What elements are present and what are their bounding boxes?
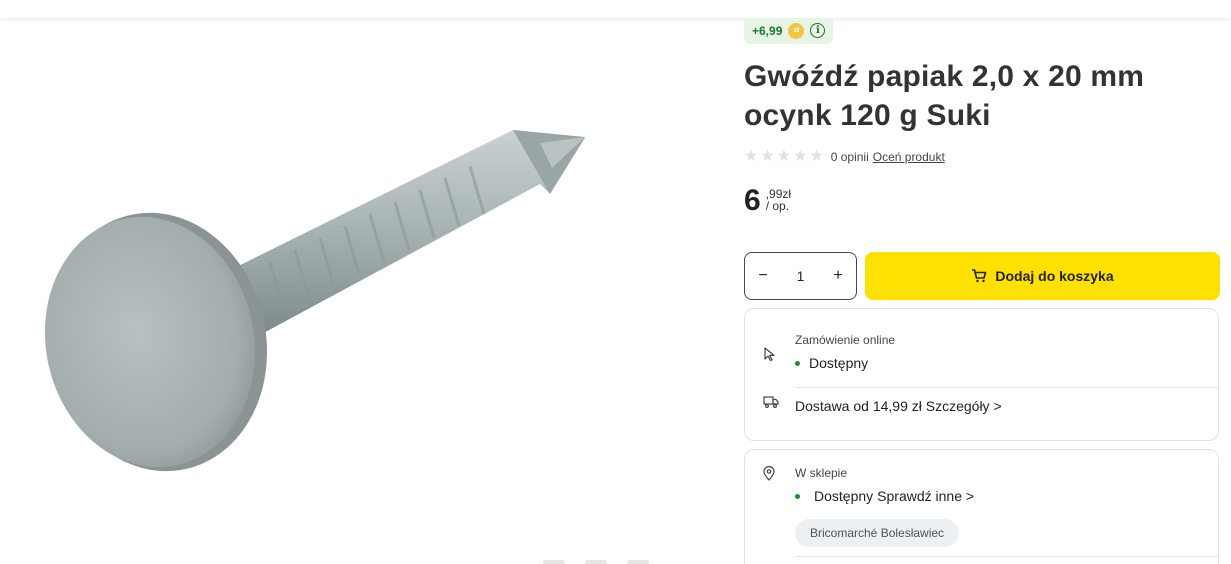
product-title-line-1: Gwóźdź papiak 2,0 x 20 mm [744,60,1145,93]
purchase-controls: − + Dodaj do koszyka [744,252,1220,300]
available-dot [795,360,800,366]
increase-quantity-button[interactable]: + [830,267,846,285]
delivery-cost: Dostawa od 14,99 zł [795,398,922,414]
product-title: Gwóźdź papiak 2,0 x 20 mm ocynk 120 g Su… [744,57,1220,135]
decrease-quantity-button[interactable]: − [755,267,771,285]
store-name-chip[interactable]: Bricomarché Bolesławiec [795,519,960,547]
in-store-card: W sklepie Dostępny Sprawdź inne > Bricom… [744,449,1219,564]
thumbnail[interactable] [543,560,565,564]
opinions-count: 0 opinii [830,150,869,164]
product-gallery[interactable] [0,18,720,564]
star-icon: ★ [744,148,759,165]
rating-stars: ★ ★ ★ ★ ★ [744,149,824,165]
online-order-card: Zamówienie online Dostępny Dostawa od 14… [744,308,1219,441]
available-dot [795,493,800,499]
product-image-nail [44,130,585,472]
add-to-cart-button[interactable]: Dodaj do koszyka [865,252,1220,300]
cart-icon [972,269,987,283]
add-to-cart-label: Dodaj do koszyka [995,268,1114,284]
store-status-text: Dostępny [814,488,874,504]
divider [795,387,1218,388]
location-pin-icon [763,465,779,482]
online-status-text: Dostępny [809,355,869,371]
top-navigation-bar [0,0,1231,18]
price: 6 ,99zł / op. [744,185,1220,217]
info-icon[interactable]: i [810,23,826,38]
price-unit: / op. [765,199,790,213]
cursor-icon [763,346,779,362]
star-icon: ★ [760,148,775,165]
online-order-label: Zamówienie online [795,333,896,347]
thumbnail[interactable] [585,560,607,564]
price-integer: 6 [744,184,761,217]
star-icon: ★ [776,148,792,165]
delivery-info: Dostawa od 14,99 zł Szczegóły > [795,398,1002,414]
divider [795,556,1218,557]
online-availability: Dostępny [795,355,868,371]
loyalty-points-badge: +6,99 zł i [744,18,834,44]
gallery-thumbnails [543,560,649,564]
points-value: +6,99 [752,23,783,38]
product-title-line-2: ocynk 120 g Suki [744,99,991,132]
check-other-stores-link[interactable]: Sprawdź inne > [877,488,974,504]
thumbnail[interactable] [627,560,649,564]
delivery-truck-icon [763,395,779,411]
rating: ★ ★ ★ ★ ★ 0 opinii Oceń produkt [744,149,1220,165]
in-store-label: W sklepie [795,466,848,480]
quantity-stepper: − + [744,252,857,300]
coin-icon: zł [788,22,805,39]
star-icon: ★ [809,148,824,165]
quantity-input[interactable] [785,268,816,284]
store-availability: Dostępny Sprawdź inne > [795,488,974,504]
price-fraction-unit: ,99zł / op. [766,185,791,212]
rate-product-link[interactable]: Oceń produkt [873,150,945,164]
delivery-details-link[interactable]: Szczegóły > [926,398,1002,414]
star-icon: ★ [793,148,808,165]
product-info: +6,99 zł i Gwóźdź papiak 2,0 x 20 mm ocy… [744,18,1220,564]
